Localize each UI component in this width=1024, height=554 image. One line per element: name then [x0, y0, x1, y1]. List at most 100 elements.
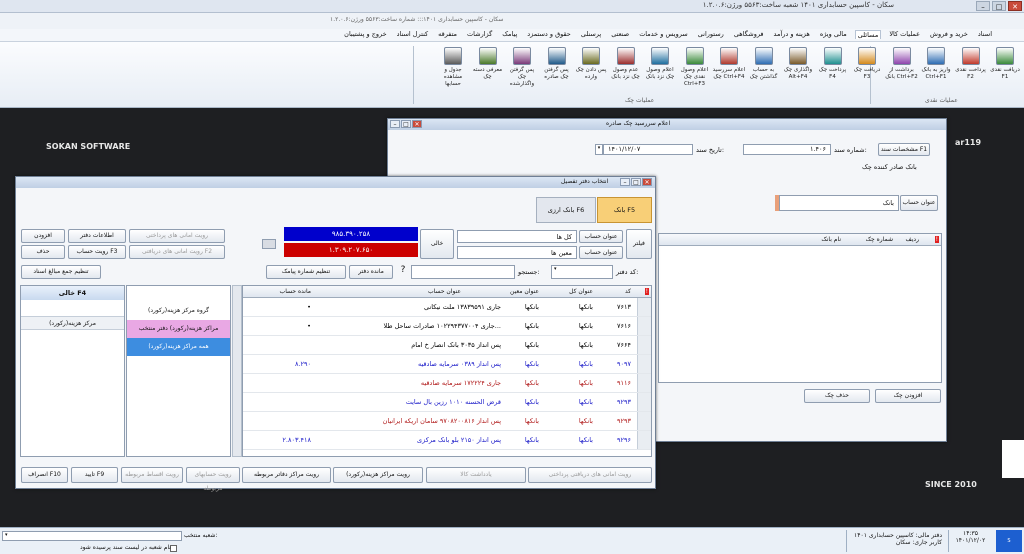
menu-item[interactable]: پرسنلی	[579, 30, 603, 39]
search-field[interactable]	[411, 265, 515, 279]
check-grid[interactable]: ! ردیف شماره چک نام بانک	[658, 233, 942, 383]
tab-fx-bank[interactable]: بانک ارزی F6	[536, 197, 596, 223]
ribbon-button[interactable]: به حساب گذاشتن چک	[747, 45, 781, 95]
ribbon-button[interactable]: پس گرفتن چک صادره	[540, 45, 574, 95]
row-header[interactable]	[637, 336, 651, 354]
ribbon-button[interactable]: پرداخت نقدی F2	[954, 45, 988, 95]
maximize-button[interactable]: □	[992, 1, 1006, 11]
account-field[interactable]: بانک	[779, 195, 899, 211]
ribbon-button[interactable]: دریافت چک F3	[850, 45, 884, 95]
account-level-field[interactable]: کل ها	[457, 230, 577, 243]
empty-f4-header[interactable]: خالی F4	[21, 286, 124, 300]
table-row[interactable]: ۹۲۹۶ بانکها بانکها پس انداز ۲۱۵۰ بلو بانک م…	[243, 431, 651, 450]
row-header[interactable]	[637, 393, 651, 411]
table-row[interactable]: ۹۰۹۷ بانکها بانکها پس انداز ۰۳۸۹ سرمایه صاد…	[243, 355, 651, 374]
menu-item[interactable]: پیامک	[500, 30, 519, 39]
ribbon-button[interactable]: برداشت از بانک Ctrl+F2	[885, 45, 919, 95]
account-title-button[interactable]: عنوان حساب	[900, 195, 938, 211]
branch-checkbox[interactable]	[170, 545, 177, 552]
ribbon-button[interactable]: معرفی دسته چک	[471, 45, 505, 95]
menu-item[interactable]: هزینه و درآمد	[772, 30, 812, 39]
ribbon-button[interactable]: واریز به بانک Ctrl+F1	[919, 45, 953, 95]
table-row[interactable]: ۹۱۱۶ بانکها بانکها جاری ۱۷۲۲۲۴ سرمایه صادقی…	[243, 374, 651, 393]
view-linked-accounts-button[interactable]: رویت حسابهای مربوطه	[186, 467, 240, 492]
table-row[interactable]: ۷۶۱۳ بانکها بانکها جاری ۱۳۸۳۹۵۹۱ ملت نیکانی…	[243, 298, 651, 317]
menu-item[interactable]: عملیات کالا	[887, 30, 922, 39]
set-totals-button[interactable]: تنظیم جمع مبالغ اسناد	[21, 265, 101, 279]
menu-item[interactable]: مسائلی	[854, 30, 882, 39]
picker-max-button[interactable]: □	[631, 178, 641, 186]
picker-close-button[interactable]: ✕	[642, 178, 652, 186]
check-window-close-button[interactable]: ✕	[412, 120, 422, 128]
doc-number-field[interactable]: ۱.۴۰۶	[743, 144, 831, 155]
ribbon-button[interactable]: اعلام سررسید چک Ctrl+F4	[712, 45, 746, 95]
menu-item[interactable]: صنعتی	[609, 30, 631, 39]
group-cost-center[interactable]: گروه مرکز هزینه(رکورد)	[127, 302, 230, 320]
book-code-field[interactable]: ▾	[551, 265, 613, 279]
ribbon-button[interactable]: جدول و مشاهده حسابها	[436, 45, 470, 95]
menu-item[interactable]: اسناد	[976, 30, 994, 39]
add-check-button[interactable]: افزودن چک	[875, 389, 941, 403]
minimize-button[interactable]: –	[976, 1, 990, 11]
empty-balance-button[interactable]: خالی	[420, 229, 454, 259]
account-level-button[interactable]: عنوان حساب	[579, 230, 623, 243]
doc-date-dropdown[interactable]: ▾	[595, 144, 603, 155]
menu-item[interactable]: کنترل اسناد	[395, 30, 430, 39]
check-window-min-button[interactable]: –	[390, 120, 400, 128]
check-window-max-button[interactable]: □	[401, 120, 411, 128]
table-row[interactable]: ۷۶۶۴ بانکها بانکها پس انداز ۳۰۳۵ بانک انصار…	[243, 336, 651, 355]
menu-item[interactable]: متفرقه	[436, 30, 459, 39]
ribbon-button[interactable]: پس دادن چک وارده	[574, 45, 608, 95]
paid-vouchers-button[interactable]: رویت امانی های پرداختی	[129, 229, 225, 243]
delete-check-button[interactable]: حذف چک	[804, 389, 870, 403]
book-info-button[interactable]: اطلاعات دفتر	[68, 229, 126, 243]
received-vouchers-button[interactable]: رویت امانی های دریافتی F2	[129, 245, 225, 259]
row-header[interactable]	[637, 355, 651, 373]
group-all-centers[interactable]: همه مراکز هزینه(رکورد)	[127, 338, 230, 356]
menu-item[interactable]: فروشگاهی	[732, 30, 766, 39]
menu-item[interactable]: رستورانی	[696, 30, 726, 39]
picker-min-button[interactable]: –	[620, 178, 630, 186]
close-button[interactable]: ✕	[1008, 1, 1022, 11]
branch-dropdown[interactable]: ▾	[2, 531, 182, 541]
item-notes-button[interactable]: یادداشت کالا	[426, 467, 526, 483]
menu-item[interactable]: مالی ویژه	[818, 30, 849, 39]
moeen-level-field[interactable]: معین ها	[457, 246, 577, 259]
set-sms-number-button[interactable]: تنظیم شماره پیامک	[266, 265, 346, 279]
row-header[interactable]	[637, 317, 651, 335]
table-row[interactable]: ۹۲۹۳ بانکها بانکها پس انداز ۹۷۰۸۲۰۰۸۱۶ ساما…	[243, 412, 651, 431]
row-header[interactable]	[637, 431, 651, 449]
help-icon[interactable]: ?	[397, 265, 409, 279]
panel-splitter[interactable]	[232, 285, 242, 457]
row-header[interactable]	[637, 374, 651, 392]
doc-info-button[interactable]: مشخصات سند F1	[878, 143, 930, 156]
row-header[interactable]	[637, 298, 651, 316]
ribbon-button[interactable]: واگذاری چک Alt+F4	[781, 45, 815, 95]
vouchers-received-paid-button[interactable]: رویت امانی های دریافتی پرداختی	[528, 467, 652, 483]
ribbon-button[interactable]: پس گرفتن چک واگذارشده	[505, 45, 539, 95]
accounts-grid[interactable]: ! کد عنوان کل عنوان معین عنوان حساب ماند…	[242, 285, 652, 457]
tab-bank[interactable]: بانک F5	[597, 197, 652, 223]
menu-item[interactable]: گزارشات	[465, 30, 494, 39]
book-balance-button[interactable]: مانده دفتر	[349, 265, 393, 279]
view-related-books-button[interactable]: رویت مراکز دفاتر مربوطه	[242, 467, 331, 483]
ribbon-button[interactable]: پرداخت چک F4	[816, 45, 850, 95]
view-cost-centers-button[interactable]: رویت مراکز هزینه(رکورد)	[333, 467, 423, 483]
table-row[interactable]: ۷۶۱۶ بانکها بانکها جاری ۱۰۲۲۹۴۳۷۷۰۰۴ صادرات…	[243, 317, 651, 336]
menu-item[interactable]: خرید و فروش	[928, 30, 970, 39]
filter-button[interactable]: فیلتر	[626, 229, 652, 259]
menu-item[interactable]: خروج و پشتیبان	[342, 30, 388, 39]
ribbon-button[interactable]: اعلام وصول چک نزد بانک	[643, 45, 677, 95]
ribbon-button[interactable]: عدم وصول چک نزد بانک	[609, 45, 643, 95]
doc-date-field[interactable]: ۱۴۰۱/۱۲/۰۷	[603, 144, 693, 155]
confirm-button[interactable]: تایید F9	[71, 467, 118, 483]
menu-item[interactable]: سرویس و خدمات	[637, 30, 690, 39]
view-account-button[interactable]: رویت حساب F3	[68, 245, 126, 259]
group-selected-book-centers[interactable]: مراکز هزینه(رکورد) دفتر منتخب	[127, 320, 230, 338]
moeen-level-button[interactable]: عنوان حساب	[579, 246, 623, 259]
add-button[interactable]: افزودن	[21, 229, 65, 243]
menu-item[interactable]: حقوق و دستمزد	[525, 30, 573, 39]
cancel-button[interactable]: انصراف F10	[21, 467, 68, 483]
table-row[interactable]: ۹۲۹۳ بانکها بانکها قرض الحسنه ۱۰۱۰ رزین بال…	[243, 393, 651, 412]
delete-button[interactable]: حذف	[21, 245, 65, 259]
